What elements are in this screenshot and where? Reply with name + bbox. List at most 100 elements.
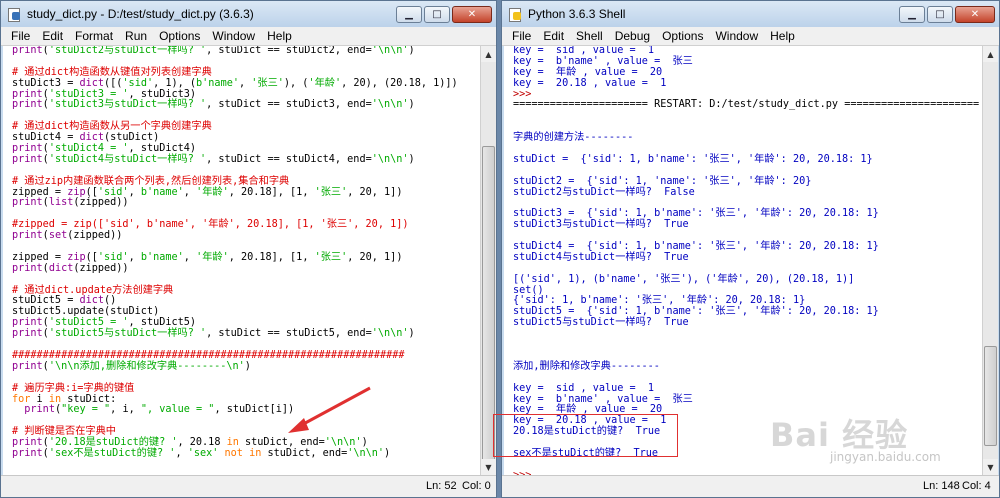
code-token: '张三'	[314, 251, 348, 263]
line-number: Ln: 52	[426, 480, 457, 492]
code-token: # 通过dict构造函数从键值对列表创建字典	[12, 66, 212, 78]
close-button[interactable]: ✕	[955, 5, 995, 23]
code-token: '年龄'	[196, 251, 229, 263]
menu-format[interactable]: Format	[69, 27, 119, 46]
code-editor[interactable]: print('stuDict2与stuDict一样吗? ', stuDict =…	[3, 46, 480, 475]
editor-titlebar[interactable]: study_dict.py - D:/test/study_dict.py (3…	[1, 1, 496, 27]
scroll-up-icon[interactable]: ▲	[983, 46, 998, 62]
menu-run[interactable]: Run	[119, 27, 153, 46]
code-token: ", value = "	[140, 404, 215, 416]
code-token: dict	[79, 295, 105, 307]
shell-titlebar[interactable]: Python 3.6.3 Shell ▁ □ ✕	[502, 1, 999, 27]
code-token: '年龄'	[196, 186, 229, 198]
code-token: , i,	[110, 404, 141, 416]
code-token: 'stuDict4 = '	[48, 143, 129, 155]
shell-text[interactable]: key = sid , value = 1 key = b'name' , val…	[504, 46, 982, 475]
shell-title: Python 3.6.3 Shell	[528, 7, 626, 21]
scroll-down-icon[interactable]: ▼	[481, 459, 496, 475]
shell-line: ====================== RESTART: D:/test/…	[513, 100, 982, 111]
code-token: , 20.18], [1,	[228, 186, 315, 198]
close-button[interactable]: ✕	[452, 5, 492, 23]
code-token: '\n\n'	[371, 46, 409, 56]
code-token: (stuDict)	[104, 132, 160, 144]
code-token: print	[12, 447, 43, 459]
code-token: zipped =	[12, 251, 68, 263]
menu-edit[interactable]: Edit	[537, 27, 570, 46]
code-token: ====================== RESTART: D:/test/…	[513, 99, 980, 111]
code-token: 'sid'	[97, 186, 129, 198]
code-token: stuDict5 = {'sid': 1, b'name': '张三', '年龄…	[513, 306, 879, 318]
menu-options[interactable]: Options	[656, 27, 709, 46]
code-token: )	[384, 447, 391, 459]
menu-window[interactable]: Window	[206, 27, 261, 46]
code-text[interactable]: print('stuDict2与stuDict一样吗? ', stuDict =…	[3, 46, 480, 460]
minimize-button[interactable]: ▁	[899, 5, 925, 23]
code-token: not in	[224, 447, 262, 459]
shell-scrollbar[interactable]: ▲ ▼	[982, 46, 998, 475]
python-file-icon	[7, 7, 21, 22]
code-token: )	[408, 153, 415, 165]
editor-line: print(set(zipped))	[12, 230, 480, 242]
menu-debug[interactable]: Debug	[609, 27, 656, 46]
code-token: '\n\n添加,删除和修改字典--------\n'	[48, 360, 245, 372]
editor-line: print('stuDict5与stuDict一样吗? ', stuDict =…	[12, 328, 480, 340]
code-token: print	[12, 197, 43, 209]
code-token: ([(	[104, 77, 123, 89]
highlight-rectangle	[493, 414, 678, 457]
editor-scrollbar[interactable]: ▲ ▼	[480, 46, 496, 475]
minimize-button[interactable]: ▁	[396, 5, 422, 23]
code-token: ,	[183, 251, 197, 263]
editor-line: print('sex不是stuDict的键? ', 'sex' not in s…	[12, 447, 480, 460]
shell-output[interactable]: key = sid , value = 1 key = b'name' , val…	[504, 46, 982, 475]
code-token: stuDict, end=	[261, 447, 348, 459]
column-number: Col: 4	[962, 480, 991, 492]
code-token: 'sex'	[187, 447, 219, 459]
code-token: stuDict:	[61, 393, 117, 405]
code-token: stuDict4 = {'sid': 1, b'name': '张三', '年龄…	[513, 241, 879, 253]
menu-help[interactable]: Help	[764, 27, 801, 46]
code-token: )	[408, 328, 415, 340]
maximize-button[interactable]: □	[927, 5, 953, 23]
code-token: (zipped))	[73, 262, 129, 274]
code-token: (zipped))	[67, 230, 123, 242]
code-token: stuDict3 =	[12, 77, 80, 89]
code-token: 'stuDict3 = '	[48, 88, 129, 100]
code-token: , stuDict == stuDict5, end=	[206, 328, 372, 340]
code-token: , stuDict3)	[128, 88, 197, 100]
code-token: print	[12, 262, 43, 274]
menu-help[interactable]: Help	[261, 27, 298, 46]
menu-file[interactable]: File	[5, 27, 36, 46]
scroll-down-icon[interactable]: ▼	[983, 459, 998, 475]
code-token: 'stuDict5 = '	[48, 317, 129, 329]
editor-window: study_dict.py - D:/test/study_dict.py (3…	[0, 0, 497, 498]
shell-scroll-thumb[interactable]	[984, 346, 997, 446]
menu-shell[interactable]: Shell	[570, 27, 609, 46]
maximize-button[interactable]: □	[424, 5, 450, 23]
code-token: 'sid'	[97, 251, 129, 263]
editor-line: print('stuDict2与stuDict一样吗? ', stuDict =…	[12, 46, 480, 57]
code-token: '张三'	[251, 77, 284, 89]
code-token: stuDict3与stuDict一样吗? True	[513, 219, 689, 231]
code-token: [('sid', 1), (b'name', '张三'), ('年龄', 20)…	[513, 273, 855, 285]
menu-edit[interactable]: Edit	[36, 27, 69, 46]
editor-line: print("key = ", i, ", value = ", stuDict…	[12, 404, 480, 416]
code-token: print	[12, 46, 43, 56]
code-token: ,	[128, 186, 141, 198]
python-shell-icon	[508, 7, 522, 22]
code-token: key = 20.18 , value = 1	[513, 77, 667, 89]
code-token: ([	[85, 251, 98, 263]
code-token: ,	[175, 447, 188, 459]
code-token: print	[12, 88, 43, 100]
code-token: stuDict3 = {'sid': 1, b'name': '张三', '年龄…	[513, 208, 879, 220]
menu-window[interactable]: Window	[709, 27, 764, 46]
code-token: zip	[67, 186, 86, 198]
scroll-up-icon[interactable]: ▲	[481, 46, 496, 62]
menu-file[interactable]: File	[506, 27, 537, 46]
code-token: print	[12, 153, 43, 165]
code-token: in	[48, 393, 62, 405]
code-token: print	[12, 99, 43, 111]
code-token: , 1), (	[153, 77, 197, 89]
menu-options[interactable]: Options	[153, 27, 206, 46]
code-token: ########################################…	[12, 349, 405, 361]
